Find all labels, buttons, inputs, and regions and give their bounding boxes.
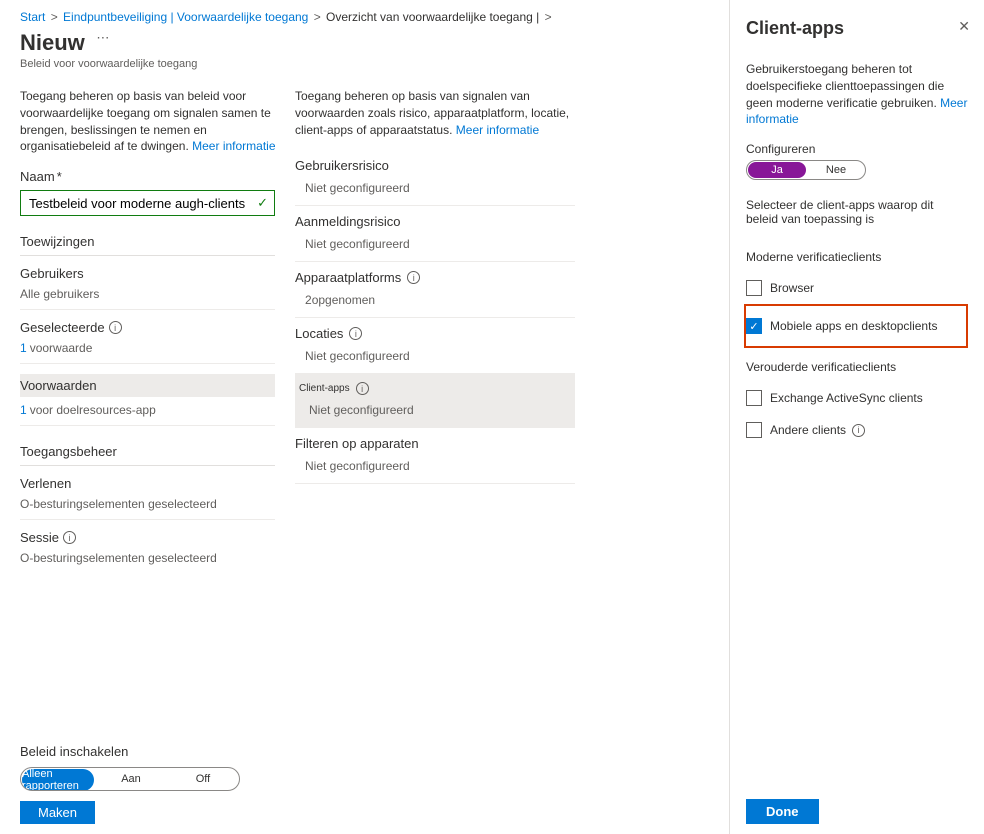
block-filteren-op-apparaten[interactable]: Filteren op apparaten Niet geconfigureerd xyxy=(295,428,575,484)
name-input-wrap: ✓ xyxy=(20,190,275,216)
cb-other[interactable]: Andere clientsi xyxy=(746,422,968,438)
checkbox-checked-icon: ✓ xyxy=(746,318,762,334)
block-value: 2opgenomen xyxy=(295,293,575,307)
more-info-link-2[interactable]: Meer informatie xyxy=(456,123,539,137)
block-value: Niet geconfigureerd xyxy=(295,349,575,363)
opt-report-only[interactable]: Alleen rapporteren xyxy=(22,769,94,791)
block-label: Gebruikersrisico xyxy=(295,158,575,173)
configure-toggle[interactable]: Ja Nee xyxy=(746,160,866,180)
block-aanmeldingsrisico[interactable]: Aanmeldingsrisico Niet geconfigureerd xyxy=(295,206,575,262)
session-label[interactable]: Sessiei xyxy=(20,530,295,545)
info-icon[interactable]: i xyxy=(109,321,122,334)
block-label: Client-appsi xyxy=(299,382,571,395)
create-button[interactable]: Maken xyxy=(20,801,95,824)
breadcrumb-endpoint[interactable]: Eindpuntbeveiliging | Voorwaardelijke to… xyxy=(63,10,308,24)
modern-clients-label: Moderne verificatieclients xyxy=(746,250,968,264)
page-title: Nieuw xyxy=(20,30,85,56)
more-info-link[interactable]: Meer informatie xyxy=(192,139,275,153)
more-menu-icon[interactable]: ⋯ xyxy=(96,30,109,46)
grant-label[interactable]: Verlenen xyxy=(20,476,295,491)
enable-policy-label: Beleid inschakelen xyxy=(20,744,729,759)
cb-browser[interactable]: Browser xyxy=(746,280,968,296)
breadcrumb-home[interactable]: Start xyxy=(20,10,45,24)
col2-description: Toegang beheren op basis van signalen va… xyxy=(295,88,570,138)
panel-description: Gebruikerstoegang beheren tot doelspecif… xyxy=(746,61,968,128)
block-gebruikersrisico[interactable]: Gebruikersrisico Niet geconfigureerd xyxy=(295,150,575,206)
breadcrumb: Start > Eindpuntbeveiliging | Voorwaarde… xyxy=(20,10,729,24)
col1-description: Toegang beheren op basis van beleid voor… xyxy=(20,88,295,155)
info-icon[interactable]: i xyxy=(852,424,865,437)
block-client-apps[interactable]: Client-appsi Niet geconfigureerd xyxy=(295,374,575,428)
block-value: Niet geconfigureerd xyxy=(295,237,575,251)
checkbox-icon xyxy=(746,422,762,438)
info-icon[interactable]: i xyxy=(63,531,76,544)
info-icon[interactable]: i xyxy=(407,271,420,284)
block-label: Apparaatplatformsi xyxy=(295,270,575,285)
block-apparaatplatforms[interactable]: Apparaatplatformsi 2opgenomen xyxy=(295,262,575,318)
name-input[interactable] xyxy=(27,195,257,212)
grant-value: O-besturingselementen geselecteerd xyxy=(20,497,275,520)
checkbox-icon xyxy=(746,390,762,406)
legacy-clients-label: Verouderde verificatieclients xyxy=(746,360,968,374)
info-icon[interactable]: i xyxy=(356,382,369,395)
users-value: Alle gebruikers xyxy=(20,287,275,310)
access-head: Toegangsbeheer xyxy=(20,444,275,466)
subtitle: Beleid voor voorwaardelijke toegang xyxy=(20,58,729,70)
users-label[interactable]: Gebruikers xyxy=(20,266,295,281)
toggle-no[interactable]: Nee xyxy=(807,161,865,179)
toggle-yes[interactable]: Ja xyxy=(748,162,806,178)
panel-title: Client-apps xyxy=(746,18,968,39)
cb-activesync[interactable]: Exchange ActiveSync clients xyxy=(746,390,968,406)
block-label: Locatiesi xyxy=(295,326,575,341)
breadcrumb-current: Overzicht van voorwaardelijke toegang | xyxy=(326,10,539,24)
block-label: Aanmeldingsrisico xyxy=(295,214,575,229)
info-icon[interactable]: i xyxy=(349,327,362,340)
opt-off[interactable]: Off xyxy=(167,768,239,790)
session-value: O-besturingselementen geselecteerd xyxy=(20,551,275,573)
selected-label[interactable]: Geselecteerdei xyxy=(20,320,295,335)
block-value: Niet geconfigureerd xyxy=(299,403,571,417)
configure-label: Configureren xyxy=(746,142,968,156)
selected-value: 1voorwaarde xyxy=(20,341,275,364)
done-button[interactable]: Done xyxy=(746,799,819,824)
conditions-label[interactable]: Voorwaarden xyxy=(20,374,275,397)
block-value: Niet geconfigureerd xyxy=(295,459,575,473)
block-label: Filteren op apparaten xyxy=(295,436,575,451)
opt-on[interactable]: Aan xyxy=(95,768,167,790)
select-text: Selecteer de client-apps waarop dit bele… xyxy=(746,198,968,226)
enable-policy-toggle[interactable]: Alleen rapporteren Aan Off xyxy=(20,767,240,791)
name-label: Naam xyxy=(20,169,295,184)
conditions-value: 1voor doelresources-app xyxy=(20,403,275,426)
checkbox-icon xyxy=(746,280,762,296)
cb-mobile-desktop[interactable]: ✓Mobiele apps en desktopclients xyxy=(746,318,960,334)
checkmark-icon: ✓ xyxy=(257,195,268,211)
block-locaties[interactable]: Locatiesi Niet geconfigureerd xyxy=(295,318,575,374)
assignments-head: Toewijzingen xyxy=(20,234,275,256)
block-value: Niet geconfigureerd xyxy=(295,181,575,195)
close-icon[interactable]: ✕ xyxy=(958,18,970,35)
